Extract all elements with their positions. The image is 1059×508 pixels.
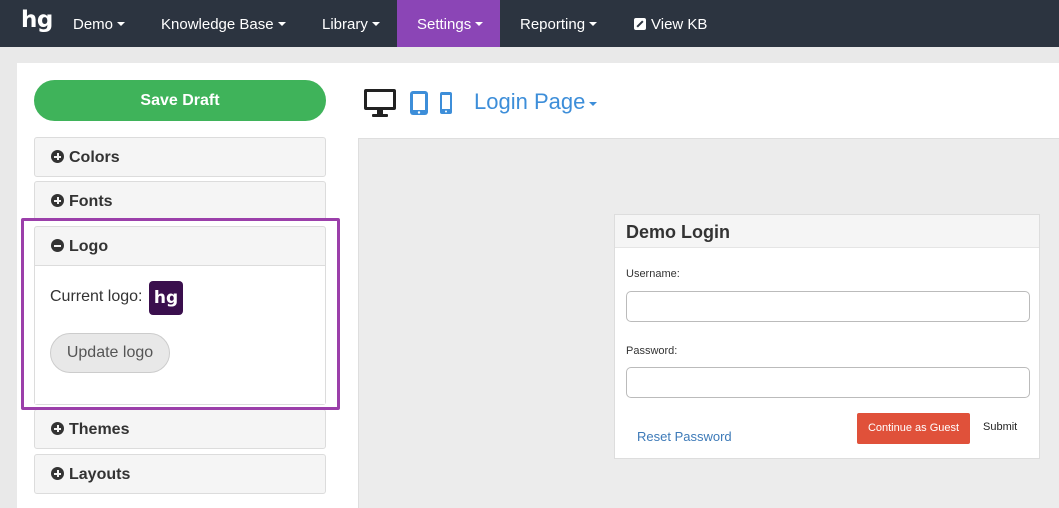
caret-down-icon [277,22,286,26]
section-header[interactable]: Fonts [35,182,325,220]
section-layouts[interactable]: Layouts [34,454,326,494]
username-input[interactable] [626,291,1030,322]
brand-logo[interactable]: hg [21,7,53,33]
password-label: Password: [626,345,678,357]
desktop-icon[interactable] [363,88,397,118]
nav-item-knowledge-base[interactable]: Knowledge Base [141,0,306,47]
plus-circle-icon [51,467,64,480]
caret-down-icon [475,22,484,26]
plus-circle-icon [51,422,64,435]
external-link-icon [634,18,646,30]
login-card: Demo Login Username: Password: Reset Pas… [614,214,1040,459]
continue-as-guest-button[interactable]: Continue as Guest [857,413,970,444]
plus-circle-icon [51,194,64,207]
nav-item-demo[interactable]: Demo [53,0,145,47]
login-title: Demo Login [615,215,1039,248]
logo-section-highlight [21,218,340,410]
plus-circle-icon [51,150,64,163]
nav-item-settings[interactable]: Settings [397,0,500,47]
section-header[interactable]: Layouts [35,455,325,493]
page-select-dropdown[interactable]: Login Page [474,89,598,115]
top-navbar: hg Demo Knowledge Base Library Settings … [0,0,1059,47]
section-themes[interactable]: Themes [34,409,326,449]
section-header[interactable]: Colors [35,138,325,176]
caret-down-icon [589,102,598,106]
section-header[interactable]: Themes [35,410,325,448]
password-input[interactable] [626,367,1030,398]
caret-down-icon [589,22,598,26]
caret-down-icon [117,22,126,26]
submit-button[interactable]: Submit [983,421,1017,433]
tablet-icon[interactable] [409,90,429,116]
nav-item-view-kb[interactable]: View KB [614,0,727,47]
nav-item-reporting[interactable]: Reporting [500,0,617,47]
reset-password-link[interactable]: Reset Password [637,429,732,444]
nav-item-library[interactable]: Library [302,0,400,47]
save-draft-button[interactable]: Save Draft [34,80,326,121]
caret-down-icon [371,22,380,26]
phone-icon[interactable] [439,91,453,115]
username-label: Username: [626,268,680,280]
section-colors[interactable]: Colors [34,137,326,177]
section-fonts[interactable]: Fonts [34,181,326,221]
